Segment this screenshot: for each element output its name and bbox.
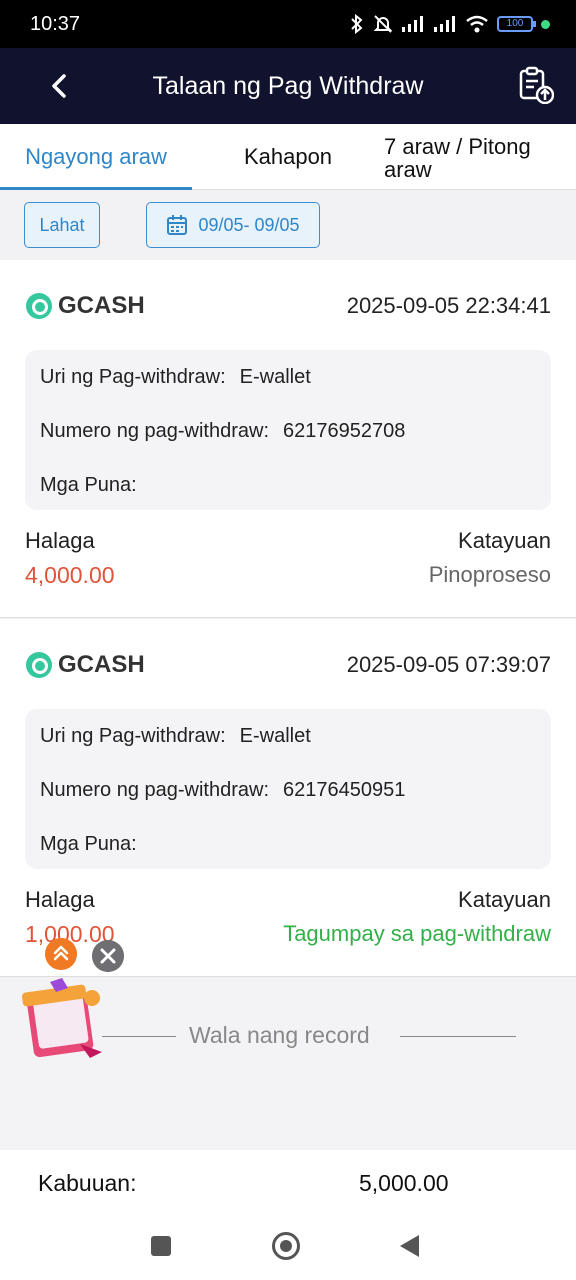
no-more-records-text: Wala nang record [189, 1022, 370, 1048]
withdraw-type-row: Uri ng Pag-withdraw: E-wallet [40, 366, 311, 389]
withdraw-number-value: 62176952708 [283, 420, 406, 442]
recent-apps-button[interactable] [151, 1236, 171, 1256]
battery-icon: 100 [497, 16, 536, 32]
scroll-top-icon[interactable] [45, 938, 77, 970]
brand-name: GCASH [58, 292, 145, 319]
calendar-icon [167, 215, 188, 235]
filter-all-label: Lahat [39, 214, 85, 235]
record-details: Uri ng Pag-withdraw: E-wallet Numero ng p… [25, 709, 551, 869]
remarks-label: Mga Puna: [40, 833, 137, 855]
withdraw-type-row: Uri ng Pag-withdraw: E-wallet [40, 725, 311, 748]
status-time: 10:37 [30, 13, 81, 35]
record-timestamp: 2025-09-05 22:34:41 [346, 293, 551, 318]
tab-yesterday[interactable]: Kahapon [192, 124, 384, 190]
filter-all-button[interactable]: Lahat [24, 202, 100, 248]
status-dot [541, 19, 550, 29]
no-more-records: Wala nang record [0, 1020, 576, 1054]
status-value: Tagumpay sa pag-withdraw [283, 921, 551, 946]
mute-icon [373, 15, 393, 33]
wifi-icon [466, 15, 488, 33]
withdraw-number-row: Numero ng pag-withdraw: 62176952708 [40, 420, 405, 443]
status-bar: 10:37 100 [0, 0, 576, 48]
withdraw-number-label: Numero ng pag-withdraw: [40, 420, 269, 442]
system-back-button[interactable] [400, 1235, 419, 1257]
status-label: Katayuan [458, 887, 551, 912]
amount-label: Halaga [25, 887, 95, 912]
record-details: Uri ng Pag-withdraw: E-wallet Numero ng p… [25, 350, 551, 510]
withdraw-type-label: Uri ng Pag-withdraw: [40, 725, 226, 747]
total-bar: Kabuuan: 5,000.00 [0, 1150, 576, 1220]
remarks-row: Mga Puna: [40, 833, 151, 856]
gcash-logo-icon [26, 652, 52, 678]
tab-seven-days[interactable]: 7 araw / Pitong araw [384, 124, 576, 190]
date-range-button[interactable]: 09/05- 09/05 [146, 202, 320, 248]
home-button[interactable] [272, 1232, 300, 1260]
payment-brand: GCASH [26, 292, 145, 320]
divider-line [102, 1036, 176, 1037]
brand-name: GCASH [58, 651, 145, 678]
system-nav-bar [0, 1220, 576, 1280]
status-label: Katayuan [458, 528, 551, 553]
withdraw-type-value: E-wallet [239, 725, 311, 747]
remarks-label: Mga Puna: [40, 474, 137, 496]
signal-icon [434, 16, 455, 32]
filter-bar: Lahat 09/05- 09/05 [0, 190, 576, 260]
record-timestamp: 2025-09-05 07:39:07 [346, 652, 551, 677]
withdraw-number-label: Numero ng pag-withdraw: [40, 779, 269, 801]
withdraw-record: GCASH 2025-09-05 22:34:41 Uri ng Pag-wit… [0, 260, 576, 618]
amount-value: 4,000.00 [25, 562, 115, 588]
date-range-label: 09/05- 09/05 [198, 214, 300, 235]
app-header: Talaan ng Pag Withdraw [0, 48, 576, 124]
withdraw-type-label: Uri ng Pag-withdraw: [40, 366, 226, 388]
withdraw-number-value: 62176450951 [283, 779, 406, 801]
total-label: Kabuuan: [38, 1170, 137, 1196]
status-icons: 100 [349, 14, 550, 34]
close-icon[interactable] [92, 940, 124, 972]
remarks-row: Mga Puna: [40, 474, 151, 497]
withdraw-type-value: E-wallet [239, 366, 311, 388]
page-title: Talaan ng Pag Withdraw [152, 72, 424, 100]
withdraw-number-row: Numero ng pag-withdraw: 62176450951 [40, 779, 405, 802]
payment-brand: GCASH [26, 651, 145, 679]
record-upload-icon[interactable] [518, 66, 554, 104]
total-value: 5,000.00 [359, 1170, 449, 1196]
gcash-logo-icon [26, 293, 52, 319]
date-tabs: Ngayong araw Kahapon 7 araw / Pitong ara… [0, 124, 576, 190]
withdraw-record: GCASH 2025-09-05 07:39:07 Uri ng Pag-wit… [0, 619, 576, 977]
tab-today[interactable]: Ngayong araw [0, 124, 192, 190]
status-value: Pinoproseso [428, 562, 551, 587]
divider-line [400, 1036, 516, 1037]
bluetooth-icon [351, 14, 363, 34]
amount-label: Halaga [25, 528, 95, 553]
signal-icon [402, 16, 423, 32]
